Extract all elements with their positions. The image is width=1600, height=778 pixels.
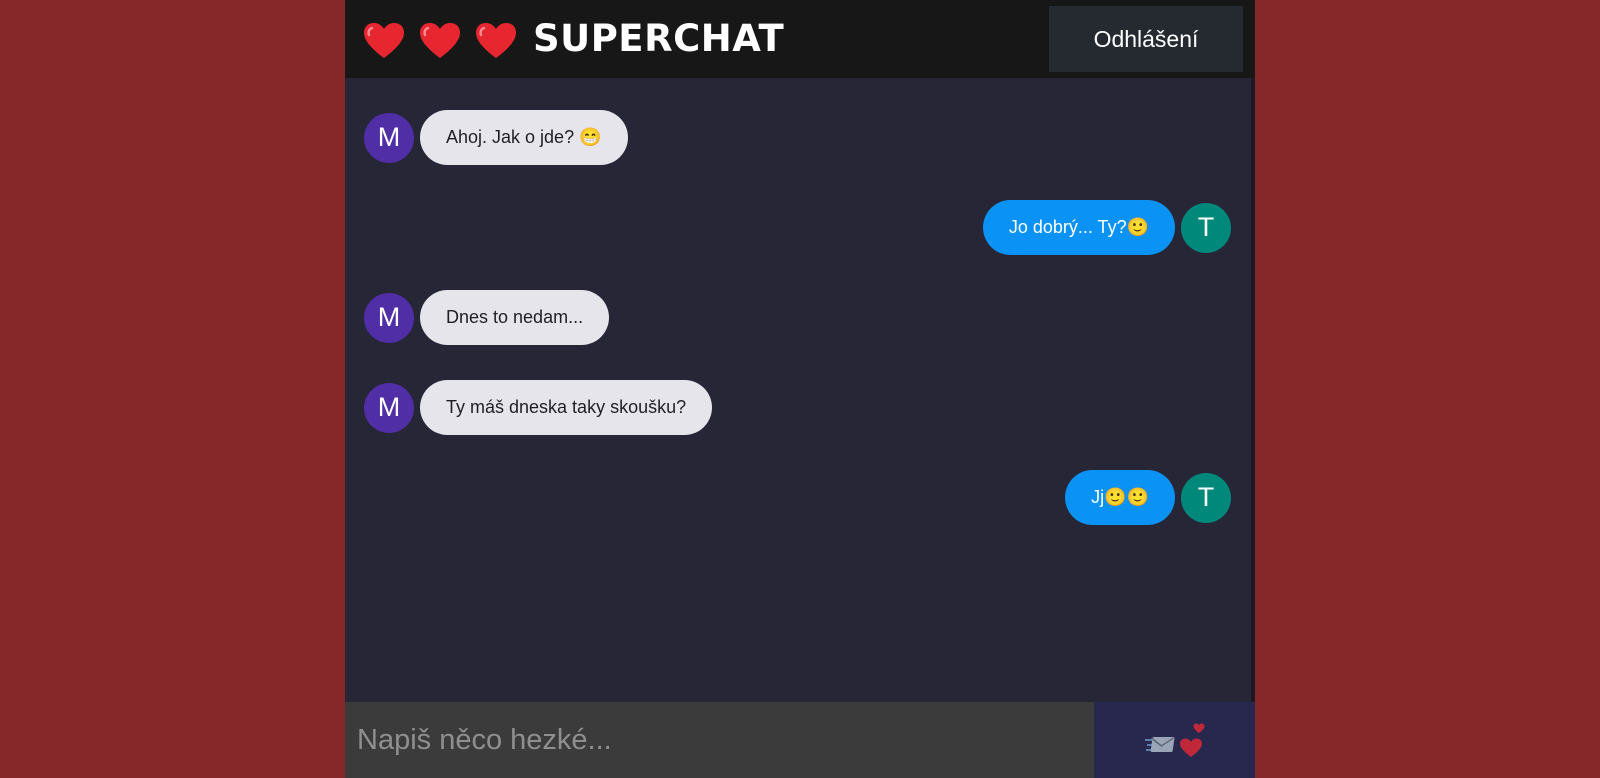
header: SUPERCHAT Odhlášení <box>345 0 1255 78</box>
message-input[interactable] <box>345 702 1094 778</box>
avatar: T <box>1181 472 1231 523</box>
hearts-logo <box>363 22 517 60</box>
heart-icon <box>364 23 404 58</box>
app-title: SUPERCHAT <box>533 17 785 60</box>
message-list[interactable]: M Ahoj. Jak o jde? 😁 Jo dobrý... Ty?🙂 T … <box>345 78 1255 702</box>
chat-app: SUPERCHAT Odhlášení M Ahoj. Jak o jde? 😁… <box>345 0 1255 778</box>
message-bubble: Ahoj. Jak o jde? 😁 <box>420 110 628 165</box>
send-love-letter-icon <box>1144 723 1204 757</box>
send-button[interactable] <box>1094 702 1255 778</box>
avatar: M <box>364 292 414 343</box>
message-bubble: Dnes to nedam... <box>420 290 610 345</box>
avatar: M <box>364 112 414 163</box>
message-bubble: Jo dobrý... Ty?🙂 <box>982 200 1175 255</box>
message-row: Jo dobrý... Ty?🙂 T <box>982 200 1231 255</box>
heart-icon <box>420 23 460 58</box>
message-row: Jj🙂🙂 T <box>1065 470 1231 525</box>
message-row: M Dnes to nedam... <box>364 290 610 345</box>
avatar: M <box>364 382 414 433</box>
message-row: M Ahoj. Jak o jde? 😁 <box>364 110 628 165</box>
scrollbar[interactable] <box>1251 78 1255 702</box>
logout-button[interactable]: Odhlášení <box>1049 6 1243 72</box>
message-bubble: Ty máš dneska taky skoušku? <box>420 380 713 435</box>
message-bubble: Jj🙂🙂 <box>1065 470 1175 525</box>
composer <box>345 702 1255 778</box>
message-row: M Ty máš dneska taky skoušku? <box>364 380 713 435</box>
avatar: T <box>1181 202 1231 253</box>
heart-icon <box>476 23 516 58</box>
